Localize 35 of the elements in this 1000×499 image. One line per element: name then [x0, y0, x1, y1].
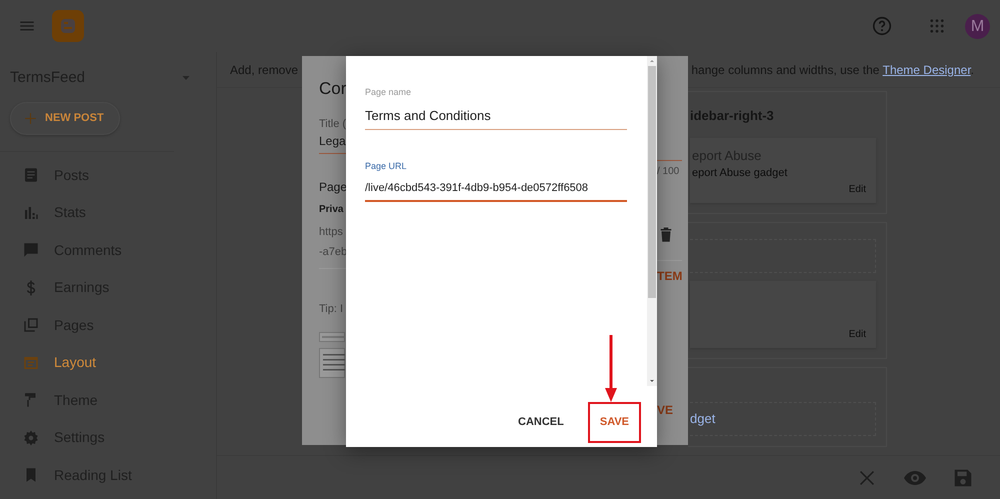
document-icon [22, 166, 40, 184]
logo-icon[interactable] [52, 10, 84, 42]
edit-link[interactable]: Edit [692, 182, 866, 196]
nav-item[interactable]: Layout [0, 344, 216, 382]
add-item-button[interactable]: TEM [657, 267, 688, 285]
page-name: Priva [319, 203, 344, 217]
layout-thumbnail-icon [319, 348, 345, 378]
avatar[interactable]: M [965, 14, 990, 38]
layout-thumbnail-icon [319, 332, 345, 342]
help-icon[interactable] [871, 15, 893, 37]
theme-designer-link[interactable]: Theme Designer [882, 62, 971, 76]
settings-icon [22, 428, 40, 447]
new-post-button[interactable]: NEW POST [10, 102, 120, 134]
stacked-pages-icon [22, 316, 40, 334]
field-label: Page URL [365, 160, 408, 173]
field-label: Page name [365, 86, 412, 99]
plus-icon [24, 112, 37, 125]
save-button[interactable]: SAVE [588, 402, 641, 442]
apps-grid-icon[interactable] [928, 17, 946, 35]
dialog-title: Cor [319, 78, 346, 100]
field-value: Lega [319, 133, 346, 150]
page-url: -a7eb [319, 244, 346, 260]
scrollbar[interactable] [647, 56, 657, 386]
field-label: Title ( [319, 116, 346, 132]
speech-bubble-icon [22, 241, 40, 260]
field-label: Page [319, 179, 346, 196]
arrow-drawing [605, 335, 617, 402]
tip-text: Tip: I [319, 302, 344, 317]
character-counter: / 100 [657, 165, 680, 179]
cancel-button[interactable]: CANCEL [506, 402, 576, 442]
page-url: https [319, 225, 344, 240]
edit-link[interactable]: Edit [692, 326, 866, 342]
save-button[interactable]: VE [657, 401, 688, 419]
add-gadget-link[interactable]: dget [690, 402, 876, 436]
gadget-description: eport Abuse gadget [692, 166, 788, 181]
